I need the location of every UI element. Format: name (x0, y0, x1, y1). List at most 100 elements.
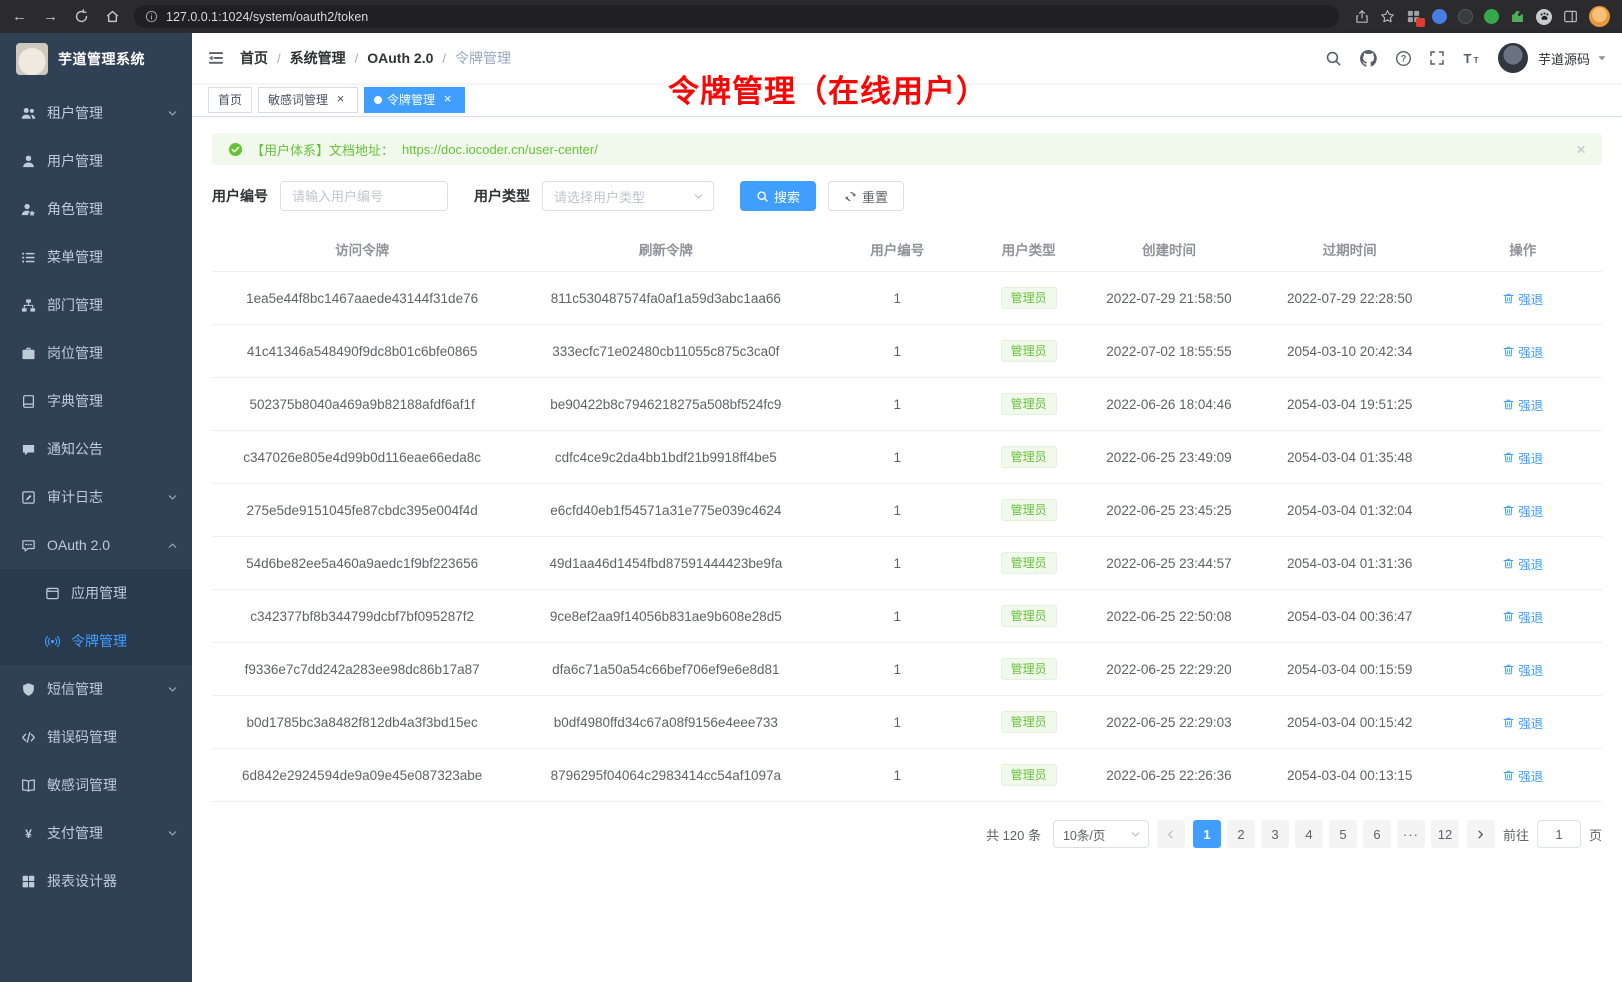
chevron-down-icon (167, 828, 178, 839)
user-name[interactable]: 芋道源码 (1538, 49, 1590, 68)
sidebar-item-label: 敏感词管理 (47, 775, 117, 795)
breadcrumb-item[interactable]: OAuth 2.0 (367, 50, 433, 66)
goto-page-input[interactable] (1537, 820, 1581, 848)
font-size-icon[interactable]: TT (1462, 50, 1481, 66)
users-icon (20, 105, 36, 121)
force-logout-button[interactable]: 强退 (1502, 395, 1543, 414)
address-bar[interactable]: 127.0.0.1:1024/system/oauth2/token (134, 5, 1339, 28)
browser-forward-button[interactable]: → (43, 9, 58, 24)
browser-reload-button[interactable] (74, 9, 89, 24)
search-icon[interactable] (1325, 50, 1342, 67)
sidebar-item-role[interactable]: 角色管理 (0, 185, 192, 233)
user-type-badge: 管理员 (1001, 499, 1057, 521)
app-logo[interactable]: 芋道管理系统 (0, 33, 192, 85)
extensions-puzzle-icon[interactable] (1510, 9, 1525, 24)
svg-text:¥: ¥ (25, 827, 32, 841)
doc-alert: 【用户体系】文档地址： https://doc.iocoder.cn/user-… (212, 133, 1602, 165)
user-id-input[interactable] (280, 181, 448, 211)
bookmark-star-icon[interactable] (1380, 9, 1395, 24)
browser-profile-avatar[interactable] (1589, 6, 1610, 27)
sidebar-item-dept[interactable]: 部门管理 (0, 281, 192, 329)
prev-page-button[interactable] (1157, 820, 1185, 848)
refresh-token-cell: 8796295f04064c2983414cc54af1097a (512, 749, 819, 802)
force-logout-button[interactable]: 强退 (1502, 713, 1543, 732)
site-info-icon[interactable] (145, 10, 158, 23)
close-icon[interactable]: × (333, 92, 348, 107)
user-type-select[interactable]: 请选择用户类型 (542, 181, 714, 211)
force-logout-button[interactable]: 强退 (1502, 289, 1543, 308)
reset-button[interactable]: 重置 (828, 181, 904, 211)
refresh-token-cell: 49d1aa46d1454fbd87591444423be9fa (512, 537, 819, 590)
page-button-12[interactable]: 12 (1431, 820, 1459, 848)
page-button-2[interactable]: 2 (1227, 820, 1255, 848)
user-avatar[interactable] (1498, 43, 1528, 73)
sidebar-item-notice[interactable]: 通知公告 (0, 425, 192, 473)
page-button-5[interactable]: 5 (1329, 820, 1357, 848)
sidebar-item-token[interactable]: 令牌管理 (0, 617, 192, 665)
page-button-3[interactable]: 3 (1261, 820, 1289, 848)
view-tab[interactable]: 敏感词管理× (258, 87, 358, 113)
github-icon[interactable] (1359, 49, 1378, 68)
expire-time-cell: 2054-03-04 00:15:42 (1256, 696, 1444, 749)
force-logout-button[interactable]: 强退 (1502, 607, 1543, 626)
user-id-cell: 1 (819, 484, 975, 537)
access-token-cell: 1ea5e44f8bc1467aaede43144f31de76 (212, 272, 512, 325)
page-button-1[interactable]: 1 (1193, 820, 1221, 848)
user-type-badge: 管理员 (1001, 764, 1057, 786)
view-tab[interactable]: 首页 (208, 87, 252, 113)
browser-home-button[interactable] (105, 9, 120, 24)
chevron-down-icon (167, 684, 178, 695)
search-button[interactable]: 搜索 (740, 181, 816, 211)
doc-link[interactable]: https://doc.iocoder.cn/user-center/ (402, 142, 598, 157)
share-icon[interactable] (1355, 9, 1369, 24)
sidebar-item-app[interactable]: 应用管理 (0, 569, 192, 617)
hamburger-icon[interactable] (207, 49, 225, 67)
split-view-icon[interactable] (1563, 9, 1578, 24)
sidebar-item-menu[interactable]: 菜单管理 (0, 233, 192, 281)
force-logout-button[interactable]: 强退 (1502, 766, 1543, 785)
view-tab[interactable]: 令牌管理× (364, 87, 465, 113)
sidebar-item-dict[interactable]: 字典管理 (0, 377, 192, 425)
close-icon[interactable]: × (440, 92, 455, 107)
breadcrumb-item[interactable]: 首页 (240, 48, 268, 68)
sidebar-item-report[interactable]: 报表设计器 (0, 857, 192, 905)
page-button-6[interactable]: 6 (1363, 820, 1391, 848)
breadcrumb-item[interactable]: 系统管理 (290, 48, 346, 68)
help-icon[interactable]: ? (1395, 50, 1412, 67)
table-row: 54d6be82ee5a460a9aedc1f9bf22365649d1aa46… (212, 537, 1602, 590)
caret-down-icon[interactable] (1597, 53, 1607, 63)
sidebar-item-pay[interactable]: ¥支付管理 (0, 809, 192, 857)
access-token-cell: 502375b8040a469a9b82188afdf6af1f (212, 378, 512, 431)
user-id-cell: 1 (819, 325, 975, 378)
sidebar-item-tenant[interactable]: 租户管理 (0, 89, 192, 137)
alert-close-icon[interactable]: × (1576, 141, 1586, 158)
tree-icon (20, 297, 36, 313)
chevron-up-icon (167, 540, 178, 551)
extension-icon-blue[interactable] (1432, 9, 1447, 24)
force-logout-button[interactable]: 强退 (1502, 501, 1543, 520)
force-logout-button[interactable]: 强退 (1502, 660, 1543, 679)
reset-button-label: 重置 (862, 187, 888, 206)
sidebar-item-sms[interactable]: 短信管理 (0, 665, 192, 713)
user-id-cell: 1 (819, 590, 975, 643)
page-size-select[interactable]: 10条/页 (1053, 820, 1149, 848)
next-page-button[interactable] (1467, 820, 1495, 848)
force-logout-button[interactable]: 强退 (1502, 342, 1543, 361)
paw-extension-icon[interactable] (1536, 9, 1552, 25)
browser-back-button[interactable]: ← (12, 9, 27, 24)
extension-icon[interactable] (1406, 9, 1421, 24)
sidebar-item-audit-log[interactable]: 审计日志 (0, 473, 192, 521)
fullscreen-icon[interactable] (1429, 50, 1445, 66)
table-row: 41c41346a548490f9dc8b01c6bfe0865333ecfc7… (212, 325, 1602, 378)
more-pages-button[interactable]: ··· (1397, 820, 1425, 848)
sidebar-item-user[interactable]: 用户管理 (0, 137, 192, 185)
sidebar-item-oauth2[interactable]: OAuth 2.0 (0, 521, 192, 569)
sidebar-item-sensitive-word[interactable]: 敏感词管理 (0, 761, 192, 809)
sidebar-item-error-code[interactable]: 错误码管理 (0, 713, 192, 761)
sidebar-item-post[interactable]: 岗位管理 (0, 329, 192, 377)
force-logout-button[interactable]: 强退 (1502, 554, 1543, 573)
extension-icon-green[interactable] (1484, 9, 1499, 24)
page-button-4[interactable]: 4 (1295, 820, 1323, 848)
force-logout-button[interactable]: 强退 (1502, 448, 1543, 467)
extension-icon-dark[interactable] (1458, 9, 1473, 24)
